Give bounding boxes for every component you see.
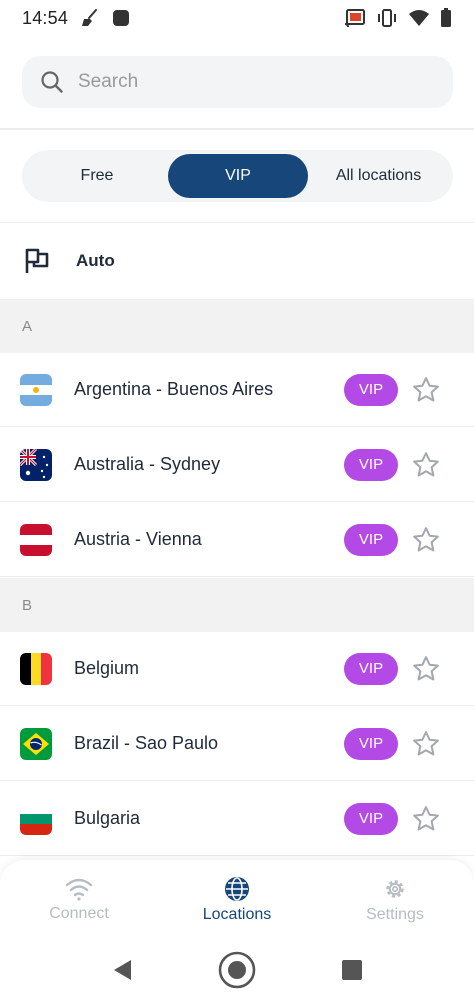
location-row-brazil[interactable]: Brazil - Sao Paulo VIP bbox=[0, 707, 474, 781]
flag-outline-icon bbox=[22, 246, 52, 276]
favorite-star-icon[interactable] bbox=[410, 374, 442, 406]
location-name: Argentina - Buenos Aires bbox=[74, 379, 274, 399]
auto-location-row[interactable]: Auto bbox=[0, 224, 474, 298]
vip-badge: VIP bbox=[344, 523, 398, 556]
location-name: Brazil - Sao Paulo bbox=[74, 733, 219, 753]
globe-icon bbox=[224, 876, 250, 902]
header-divider bbox=[0, 128, 474, 130]
status-time: 14:54 bbox=[22, 7, 69, 28]
app-square-icon bbox=[112, 9, 130, 27]
home-icon[interactable] bbox=[217, 950, 257, 990]
battery-icon bbox=[440, 8, 452, 28]
argentina-flag-icon bbox=[20, 373, 52, 406]
vip-badge: VIP bbox=[344, 373, 398, 406]
wifi-icon bbox=[408, 9, 430, 27]
nav-settings-label: Settings bbox=[366, 906, 424, 923]
tab-free[interactable]: Free bbox=[26, 154, 168, 198]
search-bar[interactable] bbox=[22, 56, 453, 108]
cast-icon bbox=[344, 8, 366, 28]
tab-all-locations[interactable]: All locations bbox=[308, 154, 449, 198]
bulgaria-flag-icon bbox=[20, 802, 52, 835]
location-name: Bulgaria bbox=[74, 808, 141, 828]
favorite-star-icon[interactable] bbox=[410, 653, 442, 685]
australia-flag-icon bbox=[20, 448, 52, 481]
location-row-belgium[interactable]: Belgium VIP bbox=[0, 632, 474, 706]
gear-icon bbox=[382, 876, 408, 902]
belgium-flag-icon bbox=[20, 652, 52, 685]
brazil-flag-icon bbox=[20, 727, 52, 760]
bottom-navigation: Connect Locations Settings bbox=[0, 860, 474, 940]
location-row-argentina[interactable]: Argentina - Buenos Aires VIP bbox=[0, 353, 474, 427]
recents-icon[interactable] bbox=[341, 959, 363, 981]
location-name: Australia - Sydney bbox=[74, 454, 221, 474]
location-row-australia[interactable]: Australia - Sydney VIP bbox=[0, 428, 474, 502]
system-navigation bbox=[0, 940, 474, 1000]
location-name: Austria - Vienna bbox=[74, 529, 202, 549]
vip-badge: VIP bbox=[344, 727, 398, 760]
search-input[interactable] bbox=[76, 70, 410, 94]
nav-settings[interactable]: Settings bbox=[325, 876, 465, 924]
status-left: 14:54 bbox=[22, 8, 130, 29]
nav-locations-label: Locations bbox=[202, 906, 272, 923]
nav-connect-label: Connect bbox=[49, 905, 109, 922]
favorite-star-icon[interactable] bbox=[410, 728, 442, 760]
broom-icon bbox=[80, 8, 100, 28]
nav-connect[interactable]: Connect bbox=[9, 877, 149, 923]
location-name: Belgium bbox=[74, 658, 140, 678]
search-icon bbox=[40, 70, 64, 94]
status-bar: 14:54 bbox=[0, 0, 474, 36]
vip-badge: VIP bbox=[344, 448, 398, 481]
locations-screen: 14:54 Search Free VIP All locations Auto… bbox=[0, 0, 474, 1000]
favorite-star-icon[interactable] bbox=[410, 803, 442, 835]
favorite-star-icon[interactable] bbox=[410, 524, 442, 556]
status-right bbox=[344, 8, 452, 28]
austria-flag-icon bbox=[20, 523, 52, 556]
vip-badge: VIP bbox=[344, 802, 398, 835]
vip-badge: VIP bbox=[344, 652, 398, 685]
wifi-icon bbox=[65, 877, 93, 901]
nav-locations[interactable]: Locations bbox=[167, 876, 307, 924]
section-header-a: A bbox=[0, 299, 474, 353]
section-header-b: B bbox=[0, 578, 474, 632]
back-icon[interactable] bbox=[111, 958, 133, 982]
vibrate-icon bbox=[376, 8, 398, 28]
location-filter-tabs: Free VIP All locations bbox=[22, 150, 453, 202]
location-row-austria[interactable]: Austria - Vienna VIP bbox=[0, 503, 474, 577]
auto-label: Auto bbox=[76, 251, 115, 270]
tabs-divider bbox=[0, 222, 474, 223]
location-row-bulgaria[interactable]: Bulgaria VIP bbox=[0, 782, 474, 856]
tab-vip[interactable]: VIP bbox=[168, 154, 308, 198]
favorite-star-icon[interactable] bbox=[410, 449, 442, 481]
